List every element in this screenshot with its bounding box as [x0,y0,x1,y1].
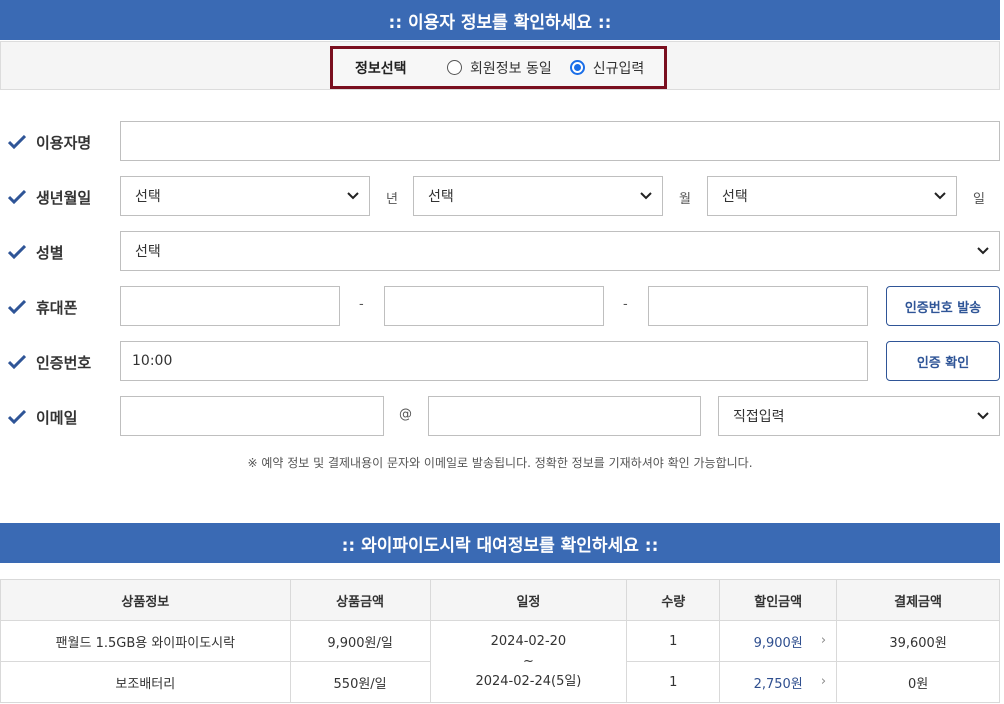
rental-info-title: :: 와이파이도시락 대여정보를 확인하세요 :: [341,535,659,556]
product-cell: 팬월드 1.5GB용 와이파이도시락 [0,620,291,662]
phone-part2-input[interactable] [384,286,604,326]
phone-part3-input[interactable] [648,286,868,326]
qty-cell: 1 [626,620,721,662]
schedule-tilde: ~ [522,653,534,669]
phone-row-label: 휴대폰 [8,297,77,317]
check-icon [8,410,26,424]
rental-table: 상품정보 상품금액 일정 수량 할인금액 결제금액 팬월드 1.5GB용 와이파… [0,579,1000,703]
discount-cell[interactable]: 9,900원 › [719,620,838,662]
col-header-price: 상품금액 [289,579,431,621]
discount-value: 9,900원 [753,635,803,651]
total-cell: 0원 [836,661,1000,703]
discount-cell[interactable]: 2,750원 › [719,661,838,703]
chevron-down-icon [347,192,359,200]
rental-info-header: :: 와이파이도시락 대여정보를 확인하세요 :: [0,523,1000,563]
month-unit: 월 [679,192,691,207]
check-icon [8,245,26,259]
total-cell: 39,600원 [836,620,1000,662]
phone-part1-input[interactable] [120,286,340,326]
email-at-sign: @ [399,407,412,422]
chevron-down-icon [977,412,989,420]
chevron-down-icon [977,247,989,255]
check-icon [8,135,26,149]
birth-day-value: 선택 [722,189,748,205]
verify-code-input[interactable]: 10:00 [120,341,868,381]
phone-separator: - [623,297,628,312]
user-info-title: :: 이용자 정보를 확인하세요 :: [388,12,612,33]
radio-member-info[interactable]: 회원정보 동일 [447,58,552,78]
check-icon [8,300,26,314]
name-input[interactable] [120,121,1000,161]
product-cell: 보조배터리 [0,661,291,703]
col-header-discount: 할인금액 [719,579,838,621]
send-code-button[interactable]: 인증번호 발송 [886,286,1000,326]
table-row: 팬월드 1.5GB용 와이파이도시락 9,900원/일 2024-02-20 ~… [0,620,1000,703]
gender-value: 선택 [135,244,161,260]
year-unit: 년 [386,192,398,207]
gender-select[interactable]: 선택 [120,231,1000,271]
name-label: 이용자명 [36,133,92,152]
info-select-strip: 정보선택 회원정보 동일 신규입력 [0,41,1000,90]
verify-confirm-button[interactable]: 인증 확인 [886,341,1000,381]
birth-year-select[interactable]: 선택 [120,176,370,216]
user-info-header: :: 이용자 정보를 확인하세요 :: [0,0,1000,40]
col-header-product: 상품정보 [0,579,291,621]
discount-value: 2,750원 [753,676,803,692]
name-row-label: 이용자명 [8,132,91,152]
radio-new-input[interactable]: 신규입력 [569,58,645,78]
email-row-label: 이메일 [8,407,77,427]
gender-row-label: 성별 [8,242,64,262]
verify-row-label: 인증번호 [8,352,91,372]
birth-label: 생년월일 [36,188,92,207]
birth-month-value: 선택 [428,189,454,205]
email-domain-input[interactable] [428,396,701,436]
notice-text: ※ 예약 정보 및 결제내용이 문자와 이메일로 발송됩니다. 정확한 정보를 … [247,456,753,470]
birth-month-select[interactable]: 선택 [413,176,663,216]
radio-new-input-label: 신규입력 [592,60,645,77]
verify-timer: 10:00 [132,353,173,369]
phone-label: 휴대폰 [36,298,78,317]
info-select-box: 정보선택 회원정보 동일 신규입력 [330,46,667,89]
price-cell: 9,900원/일 [289,620,431,662]
radio-member-info-label: 회원정보 동일 [470,60,552,77]
email-local-input[interactable] [120,396,384,436]
birth-row-label: 생년월일 [8,187,91,207]
schedule-end: 2024-02-24(5일) [475,673,582,689]
schedule-start: 2024-02-20 [490,633,567,649]
chevron-right-icon[interactable]: › [821,633,826,648]
schedule-cell: 2024-02-20 ~ 2024-02-24(5일) [429,620,628,703]
col-header-total: 결제금액 [836,579,1000,621]
email-domain-select[interactable]: 직접입력 [718,396,1000,436]
chevron-down-icon [934,192,946,200]
qty-cell: 1 [626,661,721,703]
radio-new-input-control[interactable] [569,60,585,75]
check-icon [8,355,26,369]
col-header-schedule: 일정 [429,579,628,621]
col-header-qty: 수량 [626,579,721,621]
birth-day-select[interactable]: 선택 [707,176,957,216]
check-icon [8,190,26,204]
phone-separator: - [359,297,364,312]
table-header-row: 상품정보 상품금액 일정 수량 할인금액 결제금액 [0,579,1000,621]
radio-member-info-control[interactable] [447,60,462,75]
email-label: 이메일 [36,408,78,427]
chevron-down-icon [640,192,652,200]
info-select-label: 정보선택 [355,60,407,77]
gender-label: 성별 [36,243,64,262]
day-unit: 일 [973,192,985,207]
price-cell: 550원/일 [289,661,431,703]
email-domain-select-value: 직접입력 [733,409,785,425]
chevron-right-icon[interactable]: › [821,674,826,689]
verify-label: 인증번호 [36,353,92,372]
birth-year-value: 선택 [135,189,161,205]
